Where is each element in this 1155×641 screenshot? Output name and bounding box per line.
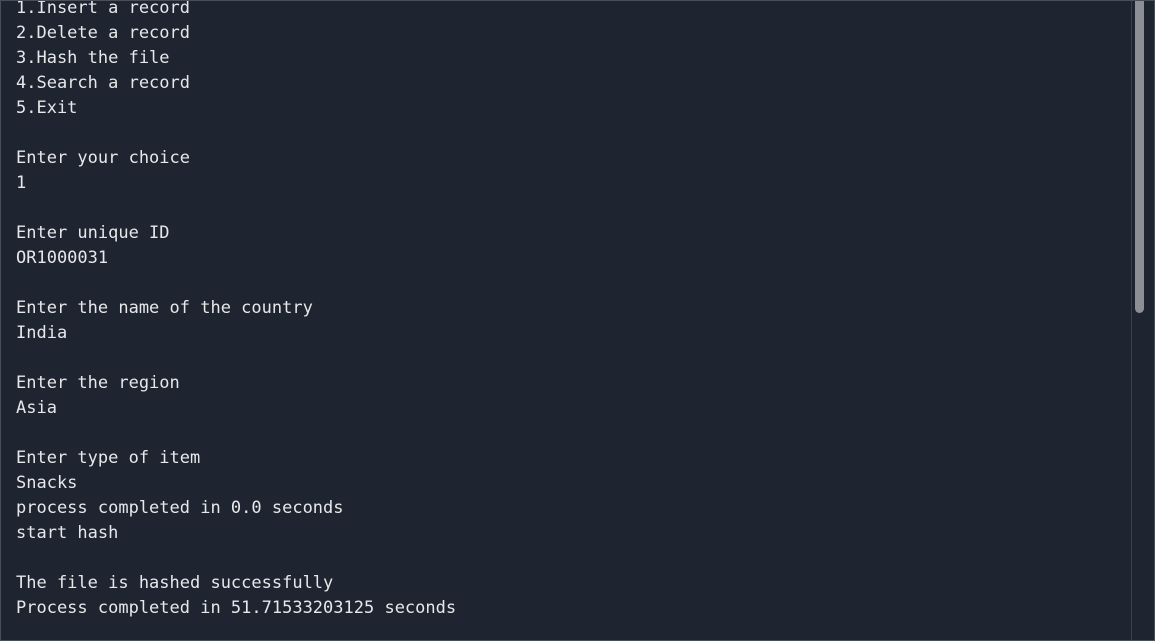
prompt-item-type: Enter type of item [16, 448, 201, 468]
input-country: India [16, 323, 68, 343]
input-item-type: Snacks [16, 473, 78, 493]
prompt-country: Enter the name of the country [16, 298, 313, 318]
menu-option-delete: 2.Delete a record [16, 23, 190, 43]
menu-option-search: 4.Search a record [16, 73, 190, 93]
window-right-edge [1146, 1, 1154, 640]
input-region: Asia [16, 398, 57, 418]
status-hash-time: Process completed in 51.71533203125 seco… [16, 598, 457, 618]
input-unique-id: OR1000031 [16, 248, 109, 268]
menu-option-exit: 5.Exit [16, 98, 78, 118]
menu-option-hash: 3.Hash the file [16, 48, 170, 68]
status-hash-success: The file is hashed successfully [16, 573, 334, 593]
menu-option-insert: 1.Insert a record [16, 1, 190, 18]
scrollbar-thumb[interactable] [1135, 1, 1144, 313]
prompt-unique-id: Enter unique ID [16, 223, 170, 243]
prompt-choice: Enter your choice [16, 148, 190, 168]
input-choice: 1 [16, 173, 27, 193]
prompt-region: Enter the region [16, 373, 180, 393]
console-output[interactable]: 1.Insert a record 2.Delete a record 3.Ha… [1, 1, 1131, 640]
terminal-window: 1.Insert a record 2.Delete a record 3.Ha… [0, 0, 1155, 641]
vertical-scrollbar[interactable] [1131, 1, 1146, 640]
status-start-hash: start hash [16, 523, 119, 543]
status-process-time: process completed in 0.0 seconds [16, 498, 344, 518]
